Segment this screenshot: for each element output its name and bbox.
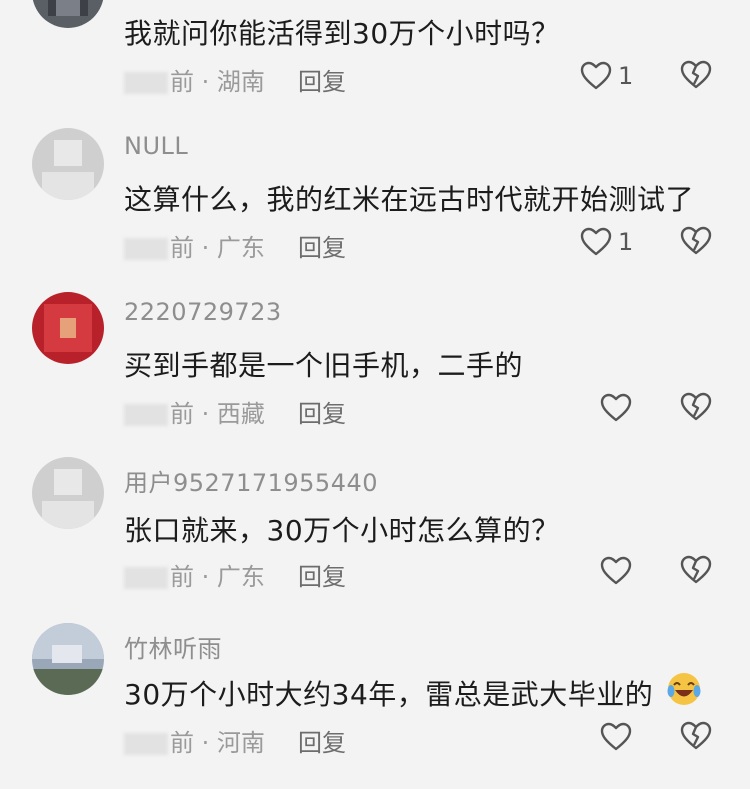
comment-item: NULL 这算什么，我的红米在远古时代就开始测试了 前 · 广东 回复 1 (0, 126, 750, 292)
username[interactable]: 用户9527171955440 (124, 463, 378, 498)
dislike-button[interactable] (680, 392, 712, 426)
location: 广东 (216, 563, 265, 591)
avatar[interactable] (32, 0, 104, 28)
reply-button[interactable]: 回复 (298, 228, 346, 263)
like-button[interactable]: 1 (580, 226, 633, 258)
broken-heart-icon (680, 555, 712, 584)
time-suffix: 前 (170, 400, 194, 428)
blurred-time (124, 238, 168, 260)
like-button[interactable]: 1 (580, 60, 633, 92)
username[interactable]: NULL (124, 132, 188, 160)
reply-button[interactable]: 回复 (298, 394, 346, 429)
time-suffix: 前 (170, 729, 194, 757)
comment-meta: 前 · 广东 (124, 557, 265, 592)
dislike-button[interactable] (680, 555, 712, 589)
like-button[interactable] (600, 555, 632, 587)
time-suffix: 前 (170, 563, 194, 591)
reply-button[interactable]: 回复 (298, 62, 346, 97)
location: 河南 (216, 729, 265, 757)
comment-text: 这算什么，我的红米在远古时代就开始测试了 (124, 183, 695, 216)
reply-button[interactable]: 回复 (298, 723, 346, 758)
comment-text: 买到手都是一个旧手机，二手的 (124, 349, 524, 382)
avatar[interactable] (32, 623, 104, 695)
username[interactable]: 竹林听雨 (124, 629, 222, 664)
laughing-crying-emoji-icon (666, 671, 702, 707)
blurred-time (124, 733, 168, 755)
comment-text: 30万个小时大约34年，雷总是武大毕业的 (124, 678, 654, 711)
avatar[interactable] (32, 292, 104, 364)
like-button[interactable] (600, 392, 632, 424)
comment-item: 竹林听雨 30万个小时大约34年，雷总是武大毕业的 前 · 河南 回复 (0, 623, 750, 789)
reply-button[interactable]: 回复 (298, 557, 346, 592)
avatar[interactable] (32, 128, 104, 200)
comment-text: 张口就来，30万个小时怎么算的？ (124, 514, 560, 547)
like-count: 1 (618, 228, 634, 256)
broken-heart-icon (680, 721, 712, 750)
comment-text: 我就问你能活得到30万个小时吗？ (124, 17, 560, 50)
comment-meta: 前 · 广东 (124, 228, 265, 263)
avatar[interactable] (32, 457, 104, 529)
broken-heart-icon (680, 226, 712, 255)
comment-item: 用户9527171955440 张口就来，30万个小时怎么算的？ 前 · 广东 … (0, 457, 750, 623)
dislike-button[interactable] (680, 226, 712, 260)
heart-outline-icon (600, 556, 632, 585)
blurred-time (124, 567, 168, 589)
heart-outline-icon (600, 393, 632, 422)
like-count: 1 (618, 62, 634, 90)
comment-item: 2220729723 买到手都是一个旧手机，二手的 前 · 西藏 回复 (0, 292, 750, 458)
like-button[interactable] (600, 721, 632, 753)
comment-meta: 前 · 河南 (124, 723, 265, 758)
time-suffix: 前 (170, 234, 194, 262)
location: 西藏 (216, 400, 265, 428)
broken-heart-icon (680, 392, 712, 421)
time-suffix: 前 (170, 68, 194, 96)
blurred-time (124, 72, 168, 94)
comment-meta: 前 · 西藏 (124, 394, 265, 429)
username[interactable]: 2220729723 (124, 298, 282, 326)
dislike-button[interactable] (680, 60, 712, 94)
location: 湖南 (216, 68, 265, 96)
location: 广东 (216, 234, 265, 262)
dislike-button[interactable] (680, 721, 712, 755)
heart-outline-icon (580, 61, 612, 90)
broken-heart-icon (680, 60, 712, 89)
comment-meta: 前 · 湖南 (124, 62, 265, 97)
heart-outline-icon (580, 227, 612, 256)
blurred-time (124, 404, 168, 426)
heart-outline-icon (600, 722, 632, 751)
